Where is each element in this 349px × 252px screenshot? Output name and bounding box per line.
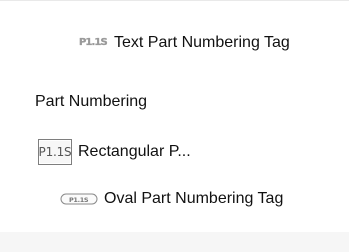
rectangular-part-numbering-tag-icon: P1.1S	[38, 139, 72, 165]
part-numbering-heading: Part Numbering	[35, 93, 148, 110]
text-part-numbering-tag-item[interactable]: P1.1S Text Part Numbering Tag	[78, 33, 290, 53]
text-part-numbering-tag-label: Text Part Numbering Tag	[114, 34, 290, 51]
svg-text:P1.1S: P1.1S	[69, 196, 89, 204]
part-numbering-panel: P1.1S Text Part Numbering Tag Part Numbe…	[0, 0, 349, 252]
rectangular-part-numbering-tag-label: Rectangular P...	[78, 143, 191, 160]
oval-part-numbering-tag-item[interactable]: P1.1S Oval Part Numbering Tag	[60, 189, 283, 209]
text-part-numbering-tag-icon: P1.1S	[78, 32, 108, 50]
oval-part-numbering-tag-label: Oval Part Numbering Tag	[104, 190, 284, 207]
oval-part-numbering-tag-icon: P1.1S	[60, 192, 98, 206]
svg-text:P1.1S: P1.1S	[79, 37, 107, 48]
rectangular-part-numbering-tag-item[interactable]: P1.1S Rectangular P...	[38, 139, 191, 165]
top-divider	[0, 0, 349, 1]
